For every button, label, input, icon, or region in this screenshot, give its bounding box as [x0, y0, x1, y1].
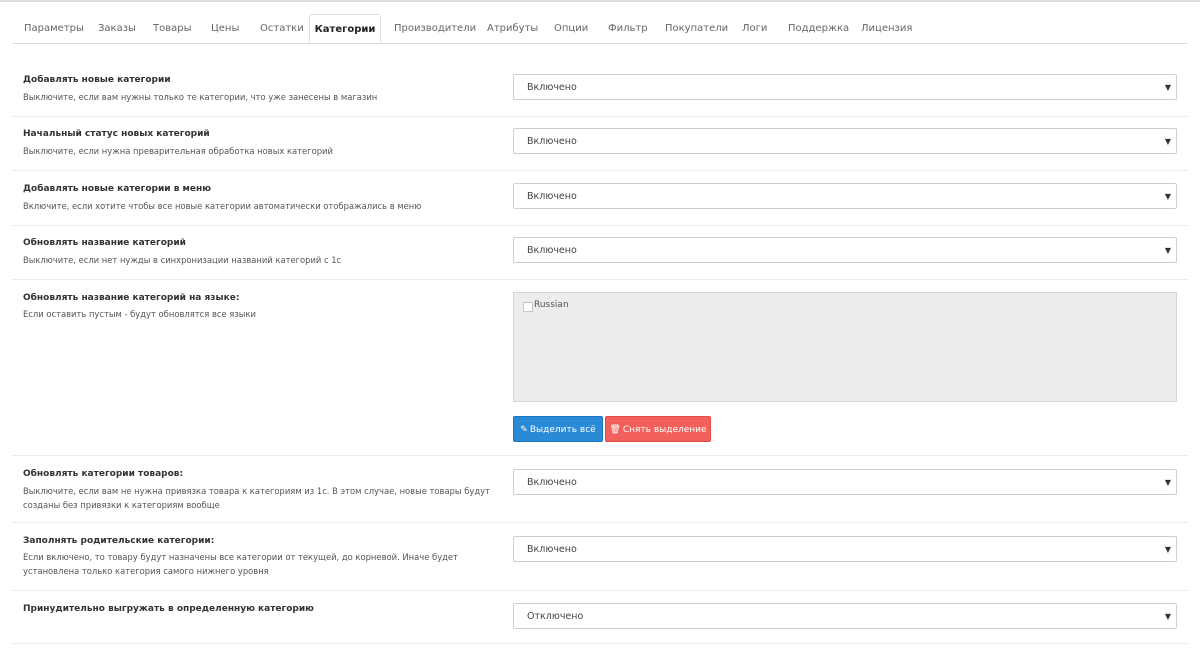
- caret-down-icon: ▼: [1164, 478, 1171, 487]
- fill-parent-categories-label: Заполнять родительские категории:: [23, 536, 215, 546]
- select-value: Включено: [527, 82, 577, 93]
- row-divider: [12, 279, 1188, 280]
- row-divider: [12, 590, 1188, 591]
- deselect-label: Снять выделение: [622, 425, 707, 435]
- new-category-status-help: Выключите, если нужна преварительная обр…: [23, 146, 333, 156]
- tab-attributes[interactable]: Атрибуты: [487, 14, 538, 43]
- caret-down-icon: ▼: [1164, 612, 1171, 621]
- language-checkbox[interactable]: [523, 302, 533, 312]
- select-value: Включено: [527, 245, 577, 256]
- update-name-label: Обновлять название категорий: [23, 238, 186, 248]
- update-name-help: Выключите, если нет нужды в синхронизаци…: [23, 255, 342, 265]
- row-divider: [12, 643, 1188, 644]
- update-product-categories-select[interactable]: Включено ▼: [513, 469, 1177, 495]
- caret-down-icon: ▼: [1164, 545, 1171, 554]
- caret-down-icon: ▼: [1164, 192, 1171, 201]
- select-all-label: Выделить всё: [529, 425, 596, 435]
- add-to-menu-select[interactable]: Включено ▼: [513, 183, 1177, 209]
- row-divider: [12, 225, 1188, 226]
- tab-customers[interactable]: Покупатели: [665, 14, 728, 43]
- new-category-status-select[interactable]: Включено ▼: [513, 128, 1177, 154]
- add-new-categories-label: Добавлять новые категории: [23, 75, 171, 85]
- caret-down-icon: ▼: [1164, 246, 1171, 255]
- row-divider: [12, 116, 1188, 117]
- row-divider: [12, 455, 1188, 456]
- add-new-categories-help: Выключите, если вам нужны только те кате…: [23, 92, 378, 102]
- add-new-categories-select[interactable]: Включено ▼: [513, 74, 1177, 100]
- language-label: Russian: [534, 300, 569, 310]
- tab-manufacturers[interactable]: Производители: [394, 14, 476, 43]
- update-name-lang-label: Обновлять название категорий на языке:: [23, 293, 240, 303]
- tab-orders[interactable]: Заказы: [98, 14, 136, 43]
- tab-filter[interactable]: Фильтр: [608, 14, 648, 43]
- update-name-select[interactable]: Включено ▼: [513, 237, 1177, 263]
- tab-support[interactable]: Поддержка: [788, 14, 849, 43]
- caret-down-icon: ▼: [1164, 83, 1171, 92]
- row-divider: [12, 522, 1188, 523]
- update-product-categories-label: Обновлять категории товаров:: [23, 469, 184, 479]
- select-value: Включено: [527, 544, 577, 555]
- tab-products[interactable]: Товары: [153, 14, 192, 43]
- select-all-button[interactable]: ✎ Выделить всё: [513, 416, 603, 442]
- fill-parent-categories-select[interactable]: Включено ▼: [513, 536, 1177, 562]
- force-category-select[interactable]: Отключено ▼: [513, 603, 1177, 629]
- tab-categories[interactable]: Категории: [309, 14, 381, 43]
- fill-parent-categories-help: Если включено, то товару будут назначены…: [23, 552, 458, 576]
- select-value: Включено: [527, 191, 577, 202]
- add-to-menu-help: Включите, если хотите чтобы все новые ка…: [23, 201, 422, 211]
- add-to-menu-label: Добавлять новые категории в меню: [23, 184, 211, 194]
- tab-logs[interactable]: Логи: [742, 14, 767, 43]
- tab-options[interactable]: Опции: [554, 14, 588, 43]
- language-checkbox-list: Russian: [513, 292, 1177, 402]
- tab-stock[interactable]: Остатки: [260, 14, 304, 43]
- pencil-icon: ✎: [520, 425, 528, 435]
- deselect-button[interactable]: 🗑 Снять выделение: [605, 416, 711, 442]
- tab-license[interactable]: Лицензия: [861, 14, 912, 43]
- force-category-label: Принудительно выгружать в определенную к…: [23, 604, 314, 614]
- tab-bar: Параметры Заказы Товары Цены Остатки Кат…: [12, 14, 1188, 44]
- update-product-categories-help: Выключите, если вам не нужна привязка то…: [23, 486, 490, 510]
- new-category-status-label: Начальный статус новых категорий: [23, 129, 210, 139]
- select-value: Включено: [527, 477, 577, 488]
- update-name-lang-help: Если оставить пустым - будут обновлятся …: [23, 309, 256, 319]
- tab-prices[interactable]: Цены: [211, 14, 239, 43]
- select-value: Включено: [527, 136, 577, 147]
- row-divider: [12, 170, 1188, 171]
- caret-down-icon: ▼: [1164, 137, 1171, 146]
- tab-parameters[interactable]: Параметры: [24, 14, 84, 43]
- trash-icon: 🗑: [609, 425, 621, 435]
- select-value: Отключено: [527, 611, 584, 622]
